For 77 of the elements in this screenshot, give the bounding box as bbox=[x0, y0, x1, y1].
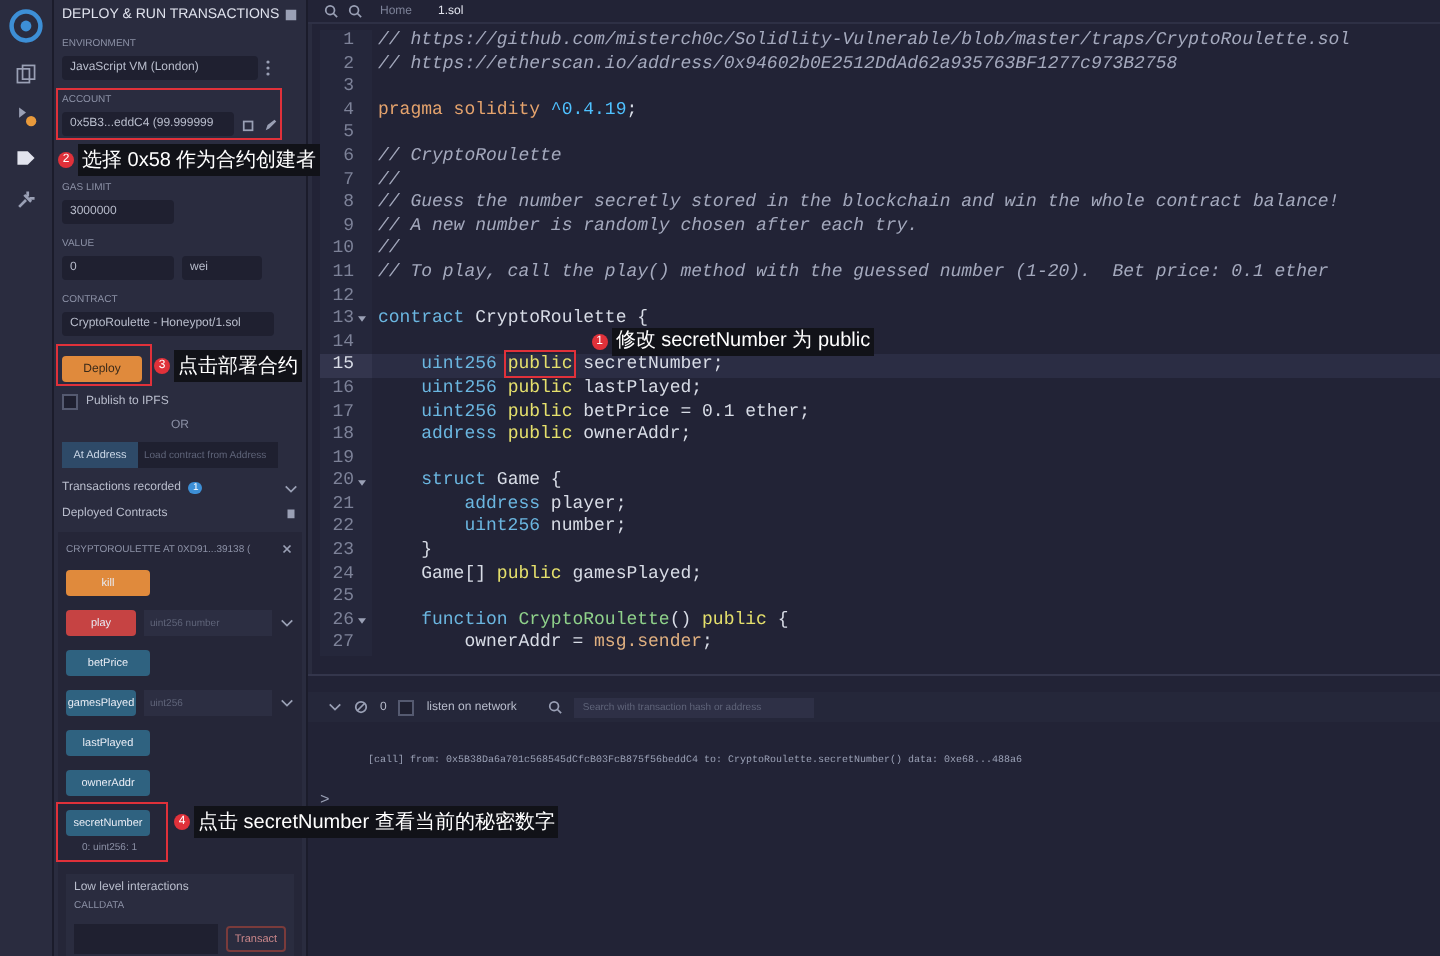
line-number: 9 bbox=[341, 215, 354, 239]
code-line: contract CryptoRoulette { bbox=[378, 308, 649, 330]
code-line: } bbox=[419, 540, 433, 564]
line-number: 23 bbox=[330, 540, 354, 564]
line-number: 6 bbox=[341, 145, 354, 170]
edit-icon[interactable] bbox=[264, 117, 278, 131]
chevron-down-icon[interactable] bbox=[280, 618, 294, 628]
chevron-down-icon[interactable] bbox=[328, 702, 342, 712]
trash-icon[interactable] bbox=[284, 506, 298, 520]
callout-text: 点击 secretNumber 查看当前的秘密数字 bbox=[194, 806, 559, 838]
code-line: uint256 public betPrice = 0.1 ether; bbox=[419, 401, 811, 425]
line-number: 26 bbox=[330, 609, 354, 633]
line-number: 20 bbox=[330, 470, 354, 494]
zoom-out-icon[interactable] bbox=[324, 4, 338, 18]
code-line: address player; bbox=[462, 493, 627, 517]
callout-text: 选择 0x58 作为合约创建者 bbox=[78, 144, 321, 176]
line-number: 19 bbox=[330, 447, 354, 471]
compiler-icon[interactable] bbox=[14, 104, 38, 128]
code-line: address public ownerAddr; bbox=[419, 424, 692, 448]
line-number: 1 bbox=[341, 30, 354, 54]
chevron-down-icon[interactable] bbox=[284, 483, 298, 493]
code-line: ownerAddr = msg.sender; bbox=[462, 632, 713, 657]
code-line: // To play, call the play() method with the guessed number (1-20). Bet price: 0.1 ether bbox=[378, 261, 1329, 286]
docs-icon[interactable] bbox=[284, 8, 298, 22]
fold-arrow-icon[interactable] bbox=[358, 618, 366, 625]
line-number: 12 bbox=[330, 285, 354, 309]
files-icon[interactable] bbox=[14, 62, 38, 86]
line-number: 22 bbox=[330, 516, 354, 541]
line-number: 21 bbox=[330, 493, 354, 517]
code-line: // Guess the number secretly stored in the blockchain and win the whole contract balance! bbox=[378, 192, 1340, 216]
code-line: struct Game { bbox=[419, 470, 562, 494]
line-number: 24 bbox=[330, 563, 354, 587]
line-number: 15 bbox=[330, 354, 354, 378]
code-line: // bbox=[378, 238, 400, 262]
checkbox[interactable] bbox=[398, 699, 415, 715]
close-icon[interactable] bbox=[280, 542, 294, 556]
line-number: 2 bbox=[341, 53, 354, 77]
line-number: 17 bbox=[330, 401, 354, 425]
line-number: 7 bbox=[341, 169, 354, 193]
code-line: // https://etherscan.io/address/0x94602b0E2512DdAd62a935763BF1277c973B2758 bbox=[378, 53, 1178, 77]
code-line: Game[] public gamesPlayed; bbox=[419, 563, 703, 587]
line-number: 4 bbox=[341, 99, 354, 123]
clear-icon[interactable] bbox=[354, 700, 368, 714]
line-number: 11 bbox=[330, 261, 354, 286]
line-number: 18 bbox=[330, 424, 354, 448]
copy-icon[interactable] bbox=[242, 117, 256, 131]
line-number: 25 bbox=[330, 586, 354, 610]
fold-arrow-icon[interactable] bbox=[358, 479, 366, 486]
code-line: // A new number is randomly chosen after each try. bbox=[378, 215, 919, 239]
callout-text: 修改 secretNumber 为 public bbox=[611, 328, 875, 356]
code-line: // CryptoRoulette bbox=[378, 145, 562, 170]
line-number: 8 bbox=[341, 192, 354, 216]
line-number: 5 bbox=[341, 122, 354, 146]
callout-text: 点击部署合约 bbox=[174, 350, 302, 382]
chevron-down-icon[interactable] bbox=[280, 698, 294, 708]
line-number: 10 bbox=[330, 238, 354, 262]
code-line: uint256 number; bbox=[462, 516, 627, 541]
line-number: 16 bbox=[330, 377, 354, 401]
search-icon bbox=[548, 700, 563, 714]
code-line: pragma solidity ^0.4.19; bbox=[378, 99, 638, 123]
prompt: > bbox=[320, 792, 332, 810]
zoom-in-icon[interactable] bbox=[348, 4, 362, 18]
highlight-frame bbox=[56, 344, 152, 386]
deploy-icon[interactable] bbox=[14, 146, 38, 170]
line-number: 27 bbox=[330, 632, 354, 657]
code-line: uint256 public lastPlayed; bbox=[419, 377, 703, 401]
line-number: 3 bbox=[341, 76, 354, 100]
code-line: function CryptoRoulette() public { bbox=[419, 609, 789, 633]
highlight-frame bbox=[56, 802, 168, 862]
line-number: 13 bbox=[330, 308, 354, 332]
code-line: // https://github.com/misterch0c/Solidlity-Vulnerable/blob/master/traps/CryptoRoulette.sol bbox=[378, 30, 1351, 54]
logo-icon[interactable] bbox=[8, 8, 44, 44]
code-line: // bbox=[378, 169, 400, 193]
fold-arrow-icon[interactable] bbox=[358, 316, 366, 323]
plugin-icon[interactable] bbox=[14, 188, 38, 212]
line-number: 14 bbox=[330, 331, 354, 355]
checkbox[interactable] bbox=[62, 394, 78, 410]
